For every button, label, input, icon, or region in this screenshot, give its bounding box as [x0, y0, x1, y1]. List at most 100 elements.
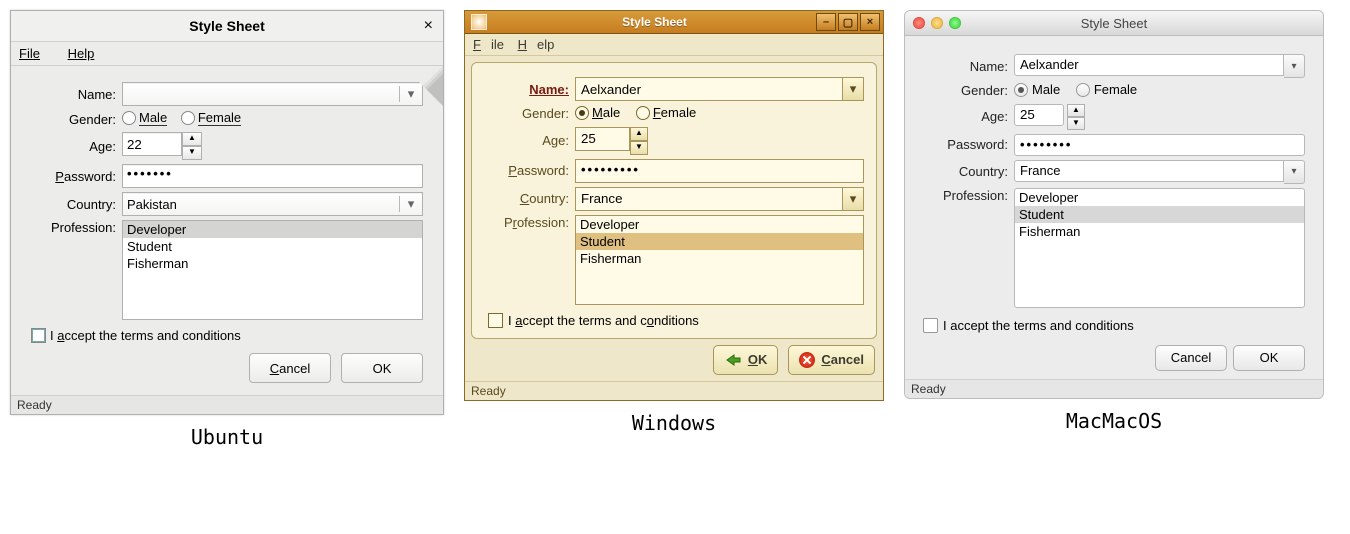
list-item[interactable]: Student [1015, 206, 1304, 223]
terms-row[interactable]: I accept the terms and conditions [484, 313, 864, 328]
age-input[interactable] [575, 127, 630, 151]
chevron-down-icon[interactable]: ▾ [843, 77, 864, 101]
list-item[interactable]: Developer [123, 221, 422, 238]
radio-female[interactable]: Female [181, 110, 241, 126]
age-spinbox[interactable]: ▲▼ [575, 127, 648, 155]
label-gender: Gender: [923, 83, 1014, 98]
titlebar[interactable]: Style Sheet × [11, 11, 443, 42]
cancel-button[interactable]: Cancel [249, 353, 331, 383]
menubar: File Help [465, 34, 883, 56]
label-country: Country: [31, 197, 122, 212]
list-item[interactable]: Fisherman [123, 255, 422, 272]
checkbox-icon[interactable] [923, 318, 938, 333]
checkbox-icon[interactable] [488, 313, 503, 328]
name-input[interactable] [575, 77, 843, 101]
maximize-icon[interactable]: ▢ [838, 13, 858, 31]
age-spinbox[interactable]: ▲▼ [1014, 104, 1085, 130]
password-input[interactable]: ••••••••• [575, 159, 864, 183]
spin-down-icon[interactable]: ▼ [630, 141, 648, 155]
list-item[interactable]: Developer [1015, 189, 1304, 206]
titlebar[interactable]: Style Sheet – ▢ × [465, 11, 883, 34]
chevron-down-icon[interactable]: ▾ [843, 187, 864, 211]
cancel-button[interactable]: Cancel [788, 345, 875, 375]
terms-row[interactable]: I accept the terms and conditions [923, 318, 1305, 333]
chevron-down-icon[interactable]: ▾ [1284, 160, 1305, 184]
country-value: Pakistan [123, 197, 399, 212]
radio-male[interactable]: Male [575, 105, 620, 120]
radio-dot-icon [122, 111, 136, 125]
label-age: Age: [31, 139, 122, 154]
country-value[interactable] [575, 187, 843, 211]
chevron-down-icon[interactable]: ▾ [1284, 54, 1305, 78]
label-password: Password: [923, 137, 1014, 152]
password-input[interactable]: ••••••• [122, 164, 423, 188]
app-icon [471, 14, 487, 30]
chevron-down-icon[interactable]: ▾ [399, 196, 422, 212]
name-combo[interactable]: ▾ [122, 82, 423, 106]
menu-help[interactable]: Help [518, 37, 555, 52]
window-title: Style Sheet [493, 15, 816, 29]
spin-up-icon[interactable]: ▲ [1067, 104, 1085, 117]
menu-help[interactable]: Help [68, 46, 107, 61]
ok-arrow-icon [724, 352, 742, 368]
radio-female[interactable]: Female [636, 105, 696, 120]
name-value: Aelxander [1014, 54, 1284, 76]
list-item[interactable]: Student [576, 233, 863, 250]
profession-list[interactable]: Developer Student Fisherman [1014, 188, 1305, 308]
terms-label: I accept the terms and conditions [508, 313, 699, 328]
status-bar: Ready [905, 379, 1323, 398]
radio-male[interactable]: Male [122, 110, 167, 126]
caption-macos: MacMacOS [1066, 409, 1162, 433]
radio-dot-icon [181, 111, 195, 125]
country-combo[interactable]: Pakistan ▾ [122, 192, 423, 216]
country-value: France [1014, 160, 1284, 182]
radio-dot-icon [1014, 83, 1028, 97]
radio-female[interactable]: Female [1076, 82, 1137, 97]
spin-down-icon[interactable]: ▼ [182, 146, 202, 160]
label-country: Country: [923, 164, 1014, 179]
name-combo[interactable]: Aelxander ▾ [1014, 54, 1305, 78]
cancel-button[interactable]: Cancel [1155, 345, 1227, 371]
list-item[interactable]: Developer [576, 216, 863, 233]
list-item[interactable]: Fisherman [1015, 223, 1304, 240]
label-gender: Gender: [484, 106, 575, 121]
checkbox-icon[interactable] [31, 328, 46, 343]
ok-button[interactable]: OK [341, 353, 423, 383]
age-input[interactable] [1014, 104, 1064, 126]
window-title: Style Sheet [189, 18, 264, 34]
password-input[interactable]: •••••••• [1014, 134, 1305, 156]
country-combo[interactable]: ▾ [575, 187, 864, 211]
menu-file[interactable]: File [19, 46, 52, 61]
label-profession: Profession: [31, 220, 122, 235]
label-profession: Profession: [923, 188, 1014, 203]
terms-row[interactable]: I accept the terms and conditions [31, 328, 423, 343]
titlebar[interactable]: Style Sheet [905, 11, 1323, 36]
menu-file[interactable]: File [473, 37, 504, 52]
menubar: File Help [11, 42, 443, 66]
ok-button[interactable]: OK [1233, 345, 1305, 371]
radio-dot-icon [575, 106, 589, 120]
list-item[interactable]: Fisherman [576, 250, 863, 267]
terms-label: I accept the terms and conditions [50, 328, 241, 343]
form-panel: Name: ▾ Gender: Male Female Age: ▲▼ Pass… [11, 66, 443, 395]
form-panel: Name: ▾ Gender: Male Female Age: ▲▼ Pass… [471, 62, 877, 339]
list-item[interactable]: Student [123, 238, 422, 255]
spin-up-icon[interactable]: ▲ [630, 127, 648, 141]
spin-up-icon[interactable]: ▲ [182, 132, 202, 146]
profession-list[interactable]: Developer Student Fisherman [575, 215, 864, 305]
age-input[interactable] [122, 132, 182, 156]
profession-list[interactable]: Developer Student Fisherman [122, 220, 423, 320]
chevron-down-icon[interactable]: ▾ [399, 86, 422, 102]
close-icon[interactable]: × [424, 17, 433, 35]
minimize-icon[interactable]: – [816, 13, 836, 31]
spin-down-icon[interactable]: ▼ [1067, 117, 1085, 130]
label-profession: Profession: [484, 215, 575, 230]
age-spinbox[interactable]: ▲▼ [122, 132, 202, 160]
label-name: Name: [923, 59, 1014, 74]
name-combo[interactable]: ▾ [575, 77, 864, 101]
close-icon[interactable]: × [860, 13, 880, 31]
radio-dot-icon [1076, 83, 1090, 97]
ok-button[interactable]: OK [713, 345, 779, 375]
radio-male[interactable]: Male [1014, 82, 1060, 97]
country-combo[interactable]: France ▾ [1014, 160, 1305, 184]
